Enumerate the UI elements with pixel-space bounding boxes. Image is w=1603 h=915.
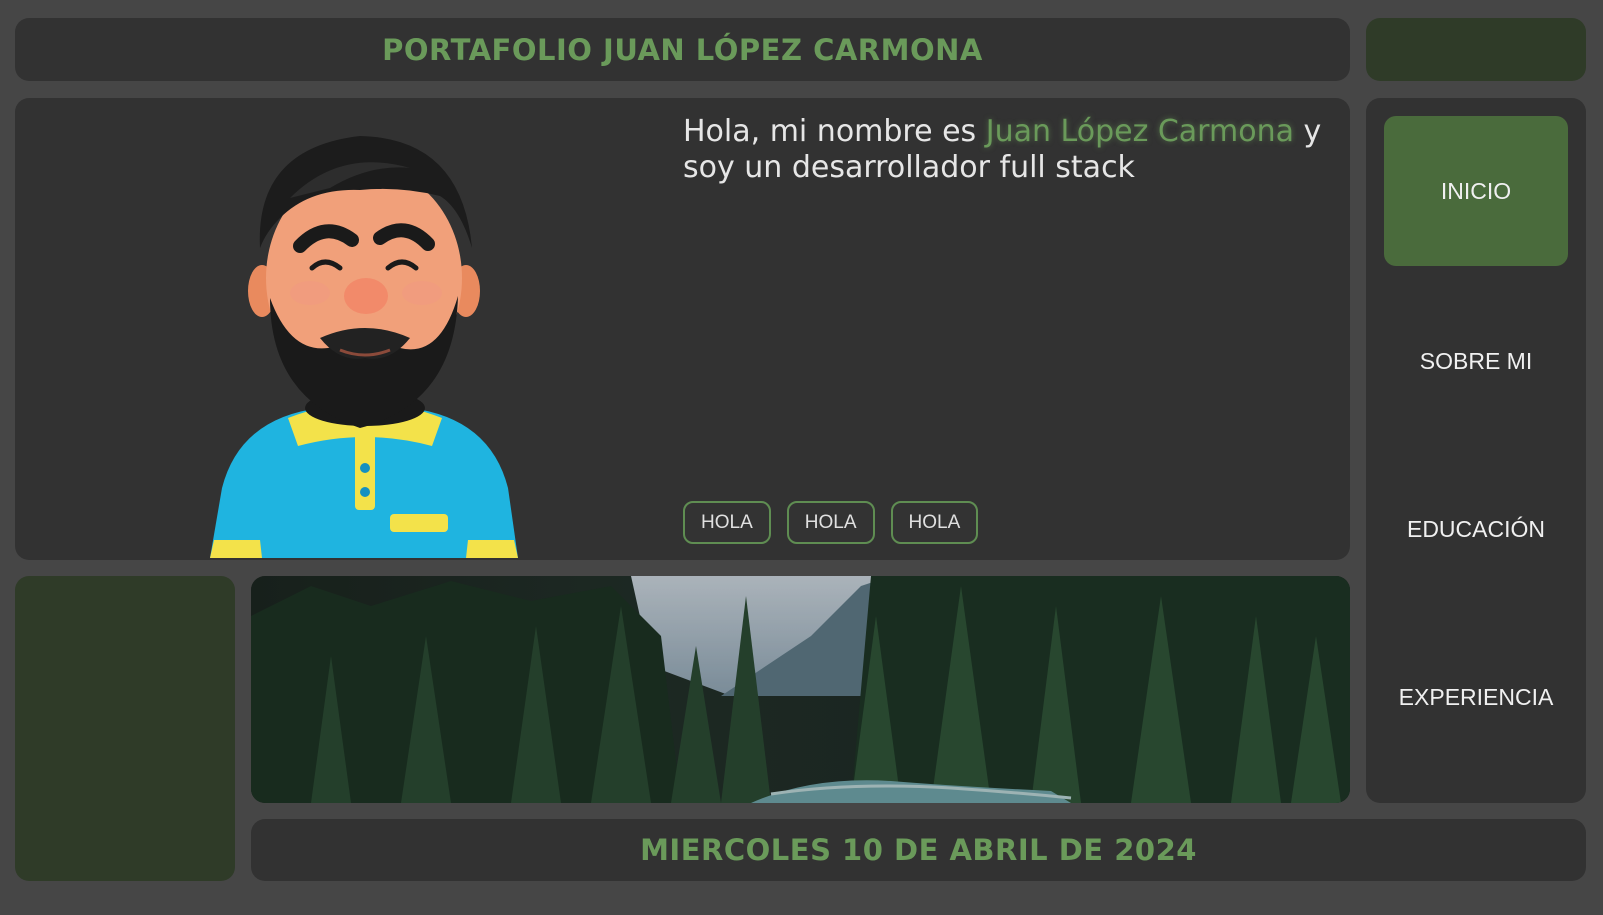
intro-before: Hola, mi nombre es <box>683 114 986 149</box>
nav-item-sobre-mi[interactable]: SOBRE MI <box>1384 286 1568 436</box>
avatar-illustration <box>210 136 518 558</box>
hero-panel: Hola, mi nombre es Juan López Carmona y … <box>15 98 1350 560</box>
tag-list: HOLA HOLA HOLA <box>683 501 979 544</box>
tag-button[interactable]: HOLA <box>890 501 979 544</box>
tag-button[interactable]: HOLA <box>683 501 771 544</box>
header-side-panel <box>1366 18 1586 81</box>
intro-text: Hola, mi nombre es Juan López Carmona y … <box>683 114 1343 186</box>
nav-item-educacion[interactable]: EDUCACIÓN <box>1384 454 1568 604</box>
nav-item-experiencia[interactable]: EXPERIENCIA <box>1384 622 1568 772</box>
footer-date: MIERCOLES 10 DE ABRIL DE 2024 <box>640 833 1197 867</box>
tag-button[interactable]: HOLA <box>786 501 875 544</box>
left-bottom-panel <box>15 576 235 881</box>
intro-name-highlight: Juan López Carmona <box>985 114 1294 149</box>
nav-item-inicio[interactable]: INICIO <box>1384 116 1568 266</box>
footer-bar: MIERCOLES 10 DE ABRIL DE 2024 <box>251 819 1586 881</box>
header-bar: PORTAFOLIO JUAN LÓPEZ CARMONA <box>15 18 1350 81</box>
forest-banner-image <box>251 576 1350 803</box>
forest-scene <box>251 576 1350 803</box>
page-title: PORTAFOLIO JUAN LÓPEZ CARMONA <box>382 32 983 67</box>
side-nav: INICIO SOBRE MI EDUCACIÓN EXPERIENCIA <box>1366 98 1586 803</box>
